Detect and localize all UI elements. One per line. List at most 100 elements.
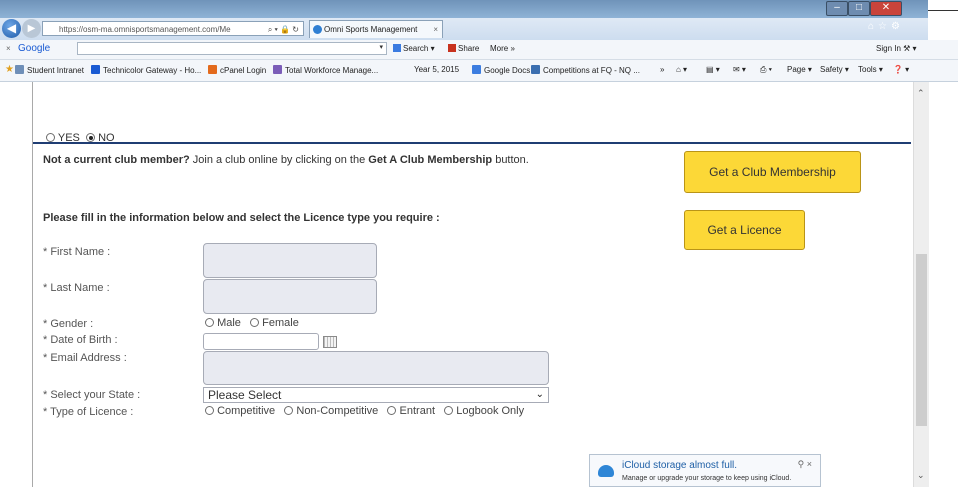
favorite-label: Student Intranet — [27, 66, 84, 75]
sign-in-label: Sign In — [876, 44, 901, 53]
not-member-bold: Not a current club member? — [43, 154, 190, 166]
fill-info-heading: Please fill in the information below and… — [43, 212, 440, 224]
female-radio[interactable] — [250, 318, 260, 327]
state-select[interactable]: Please Select ⌄ — [203, 387, 549, 403]
share-icon — [448, 44, 456, 52]
favorite-item[interactable]: Technicolor Gateway - Ho... — [91, 65, 201, 75]
favorites-bar: ★ Student Intranet Technicolor Gateway -… — [0, 60, 958, 82]
email-label: * Email Address : — [43, 352, 127, 364]
last-name-field[interactable] — [203, 279, 377, 314]
favorite-item[interactable]: Total Workforce Manage... — [273, 65, 378, 75]
google-search-button[interactable]: Search ▾ — [393, 44, 435, 53]
favorite-label: Google Docs — [484, 66, 531, 75]
toolbar-close-icon[interactable]: × — [6, 44, 11, 53]
close-window-button[interactable]: ✕ — [870, 1, 902, 16]
favorite-label: Competitions at FQ - NQ ... — [543, 66, 640, 75]
favorite-item[interactable]: Year 5, 2015 — [414, 65, 459, 74]
state-label: * Select your State : — [43, 389, 141, 401]
print-icon[interactable]: ⎙ ▾ — [760, 65, 772, 75]
dob-field[interactable] — [203, 333, 319, 350]
bookmark-icon — [531, 65, 540, 74]
share-button[interactable]: Share — [448, 44, 479, 53]
url-actions[interactable]: ⌕ ▾ 🔒 ↻ — [268, 22, 299, 35]
favorite-label: cPanel Login — [220, 66, 267, 75]
icloud-notification[interactable]: iCloud storage almost full. Manage or up… — [589, 454, 821, 487]
scroll-up-icon[interactable]: ⌃ — [917, 88, 925, 99]
email-field[interactable] — [203, 351, 549, 385]
help-icon[interactable]: ❓ ▾ — [893, 65, 909, 74]
favorite-label: Year 5, 2015 — [414, 65, 460, 74]
ie-tab-icon — [313, 25, 322, 34]
cloud-icon — [598, 465, 614, 477]
home-star-gear-icons[interactable]: ⌂☆⚙ — [868, 21, 904, 32]
entrant-radio[interactable] — [387, 406, 397, 415]
favorites-star-icon[interactable]: ★ — [5, 64, 14, 75]
first-name-field[interactable] — [203, 243, 377, 278]
back-button[interactable]: ◀ — [2, 19, 21, 38]
more-button[interactable]: More » — [490, 44, 515, 53]
mail-icon[interactable]: ✉ ▾ — [733, 65, 746, 74]
tools-menu[interactable]: Tools ▾ — [858, 65, 883, 74]
calendar-icon[interactable] — [323, 336, 337, 348]
not-member-body: Join a club online by clicking on the — [189, 154, 369, 166]
url-field[interactable]: https://osm-ma.omnisportsmanagement.com/… — [42, 21, 304, 36]
window-titlebar: – □ ✕ — [0, 0, 928, 18]
get-club-membership-button[interactable]: Get a Club Membership — [684, 151, 861, 193]
favorite-item[interactable]: Google Docs — [472, 65, 530, 75]
competitive-label: Competitive — [217, 405, 276, 417]
page-menu[interactable]: Page ▾ — [787, 65, 812, 74]
vertical-scrollbar[interactable]: ⌃ ⌄ — [913, 82, 929, 487]
licence-type-group: Competitive Non-Competitive Entrant Logb… — [205, 405, 524, 417]
google-toolbar: × Google ▾ Search ▾ Share More » Sign In… — [0, 40, 958, 60]
no-radio[interactable] — [86, 133, 95, 142]
tab-close-icon[interactable]: × — [433, 21, 438, 39]
sign-in-button[interactable]: Sign In ⚒ ▾ — [876, 44, 917, 53]
safety-menu[interactable]: Safety ▾ — [820, 65, 849, 74]
tab-omni-sports[interactable]: Omni Sports Management × — [309, 20, 443, 38]
top-right-strip — [928, 0, 958, 11]
yes-radio[interactable] — [46, 133, 55, 142]
bookmark-icon — [91, 65, 100, 74]
logbook-only-radio[interactable] — [444, 406, 454, 415]
url-text: https://osm-ma.omnisportsmanagement.com/… — [59, 25, 231, 34]
feeds-icon[interactable]: ▤ ▾ — [706, 65, 720, 74]
scroll-thumb[interactable] — [916, 254, 927, 426]
male-label: Male — [217, 317, 241, 329]
minimize-button[interactable]: – — [826, 1, 848, 16]
notification-close-icon[interactable]: ⚲ × — [798, 459, 812, 470]
bookmark-icon — [15, 65, 24, 74]
notification-body: Manage or upgrade your storage to keep u… — [622, 475, 792, 482]
scroll-down-icon[interactable]: ⌄ — [917, 470, 925, 481]
logbook-only-label: Logbook Only — [456, 405, 525, 417]
not-member-suffix: button. — [492, 154, 529, 166]
maximize-button[interactable]: □ — [848, 1, 870, 16]
bookmark-icon — [273, 65, 282, 74]
chevron-down-icon[interactable]: ▾ — [379, 43, 383, 51]
favorite-item[interactable]: cPanel Login — [208, 65, 266, 75]
first-name-label: * First Name : — [43, 246, 111, 258]
competitive-radio[interactable] — [205, 406, 214, 415]
chevron-down-icon: ⌄ — [535, 389, 544, 400]
home-icon[interactable]: ⌂ ▾ — [676, 65, 687, 74]
share-label: Share — [458, 44, 480, 53]
bookmark-icon — [208, 65, 217, 74]
google-logo: Google — [18, 43, 51, 54]
state-select-value: Please Select — [208, 388, 282, 402]
gender-radio-group: Male Female — [205, 317, 299, 329]
search-label: Search ▾ — [403, 44, 435, 53]
forward-button[interactable]: ▶ — [22, 19, 41, 38]
favorite-label: Total Workforce Manage... — [285, 66, 379, 75]
male-radio[interactable] — [205, 318, 214, 327]
not-member-text: Not a current club member? Join a club o… — [43, 154, 529, 166]
favorite-item[interactable]: Competitions at FQ - NQ ... — [531, 65, 640, 75]
google-search-input[interactable]: ▾ — [77, 42, 387, 55]
tab-title: Omni Sports Management — [324, 25, 418, 34]
window-right-edge — [929, 82, 958, 487]
favorite-item[interactable]: Student Intranet — [15, 65, 84, 75]
bookmark-icon — [472, 65, 481, 74]
notification-title: iCloud storage almost full. — [622, 460, 738, 471]
favorites-overflow-icon[interactable]: » — [660, 65, 664, 74]
licence-type-label: * Type of Licence : — [43, 406, 134, 418]
non-competitive-radio[interactable] — [284, 406, 294, 415]
get-licence-button[interactable]: Get a Licence — [684, 210, 805, 250]
